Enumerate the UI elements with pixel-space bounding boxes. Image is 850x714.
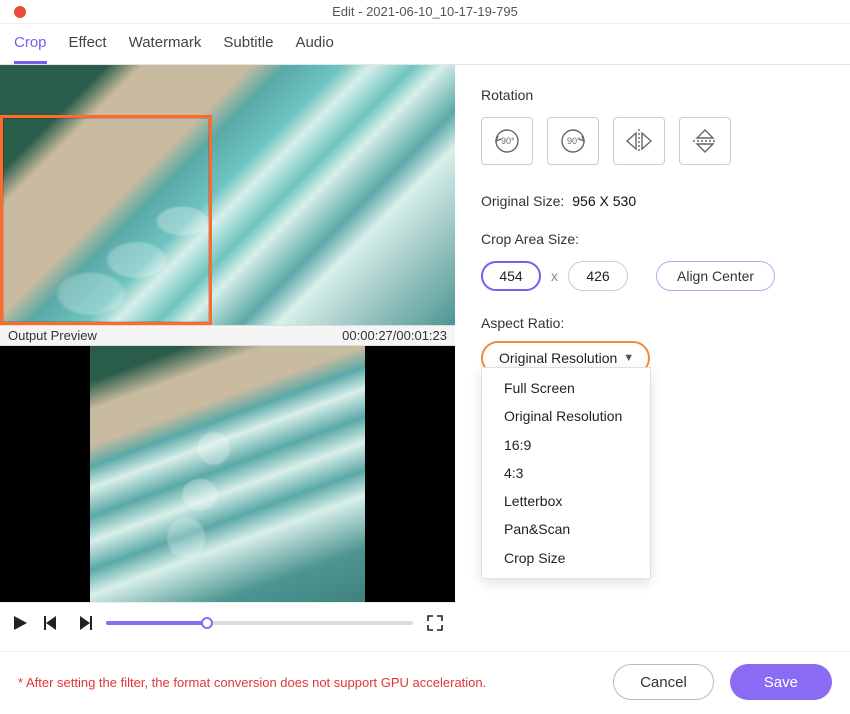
rotation-label: Rotation bbox=[481, 87, 826, 103]
step-back-button[interactable] bbox=[42, 613, 62, 633]
aspect-option-original-resolution[interactable]: Original Resolution bbox=[482, 402, 650, 430]
crop-height-input[interactable] bbox=[568, 261, 628, 291]
original-size-value: 956 X 530 bbox=[572, 193, 636, 209]
editor-tabs: Crop Effect Watermark Subtitle Audio bbox=[0, 24, 850, 65]
align-center-button[interactable]: Align Center bbox=[656, 261, 775, 291]
cancel-button[interactable]: Cancel bbox=[613, 664, 714, 700]
crop-canvas[interactable] bbox=[0, 65, 455, 325]
aspect-option-full-screen[interactable]: Full Screen bbox=[482, 374, 650, 402]
crop-size-row: x Align Center bbox=[481, 261, 826, 291]
aspect-option-16-9[interactable]: 16:9 bbox=[482, 431, 650, 459]
flip-horizontal-button[interactable] bbox=[613, 117, 665, 165]
tab-audio[interactable]: Audio bbox=[295, 34, 333, 64]
crop-width-input[interactable] bbox=[481, 261, 541, 291]
save-button[interactable]: Save bbox=[730, 664, 832, 700]
playhead-fill bbox=[106, 621, 207, 625]
main-area: Output Preview 00:00:27/00:01:23 bbox=[0, 65, 850, 651]
step-forward-button[interactable] bbox=[74, 613, 94, 633]
playhead-thumb[interactable] bbox=[201, 617, 213, 629]
output-preview-frame bbox=[90, 346, 365, 602]
footer: * After setting the filter, the format c… bbox=[0, 651, 850, 714]
svg-text:90°: 90° bbox=[567, 136, 581, 146]
flip-vertical-button[interactable] bbox=[679, 117, 731, 165]
playhead-slider[interactable] bbox=[106, 621, 413, 625]
play-button[interactable] bbox=[10, 613, 30, 633]
window-title: Edit - 2021-06-10_10-17-19-795 bbox=[0, 4, 850, 19]
settings-panel: Rotation 90° 90° bbox=[455, 65, 850, 651]
chevron-down-icon: ▼ bbox=[623, 352, 634, 364]
footer-buttons: Cancel Save bbox=[613, 664, 832, 700]
tab-effect[interactable]: Effect bbox=[69, 34, 107, 64]
aspect-option-pan-scan[interactable]: Pan&Scan bbox=[482, 515, 650, 543]
aspect-option-crop-size[interactable]: Crop Size bbox=[482, 544, 650, 572]
tab-crop[interactable]: Crop bbox=[14, 34, 47, 64]
fullscreen-button[interactable] bbox=[425, 613, 445, 633]
rotate-right-90-button[interactable]: 90° bbox=[547, 117, 599, 165]
crop-rectangle[interactable] bbox=[0, 115, 212, 325]
tab-watermark[interactable]: Watermark bbox=[129, 34, 202, 64]
size-separator: x bbox=[551, 268, 558, 284]
transport-controls bbox=[0, 602, 455, 642]
aspect-ratio-label: Aspect Ratio: bbox=[481, 315, 826, 331]
rotation-buttons: 90° 90° bbox=[481, 117, 826, 165]
rotate-left-90-button[interactable]: 90° bbox=[481, 117, 533, 165]
titlebar: Edit - 2021-06-10_10-17-19-795 bbox=[0, 0, 850, 24]
aspect-ratio-dropdown[interactable]: Full Screen Original Resolution 16:9 4:3… bbox=[481, 367, 651, 579]
aspect-option-4-3[interactable]: 4:3 bbox=[482, 459, 650, 487]
svg-text:90°: 90° bbox=[501, 136, 515, 146]
original-size-row: Original Size: 956 X 530 bbox=[481, 193, 826, 209]
close-window-button[interactable] bbox=[14, 6, 26, 18]
output-preview bbox=[0, 346, 455, 602]
preview-info-bar: Output Preview 00:00:27/00:01:23 bbox=[0, 325, 455, 346]
tab-subtitle[interactable]: Subtitle bbox=[223, 34, 273, 64]
gpu-warning: * After setting the filter, the format c… bbox=[18, 675, 486, 690]
output-preview-label: Output Preview bbox=[8, 328, 97, 343]
left-pane: Output Preview 00:00:27/00:01:23 bbox=[0, 65, 455, 651]
timecode: 00:00:27/00:01:23 bbox=[342, 328, 447, 343]
aspect-option-letterbox[interactable]: Letterbox bbox=[482, 487, 650, 515]
original-size-label: Original Size: bbox=[481, 193, 564, 209]
aspect-ratio-selected: Original Resolution bbox=[499, 350, 617, 366]
crop-area-label: Crop Area Size: bbox=[481, 231, 826, 247]
